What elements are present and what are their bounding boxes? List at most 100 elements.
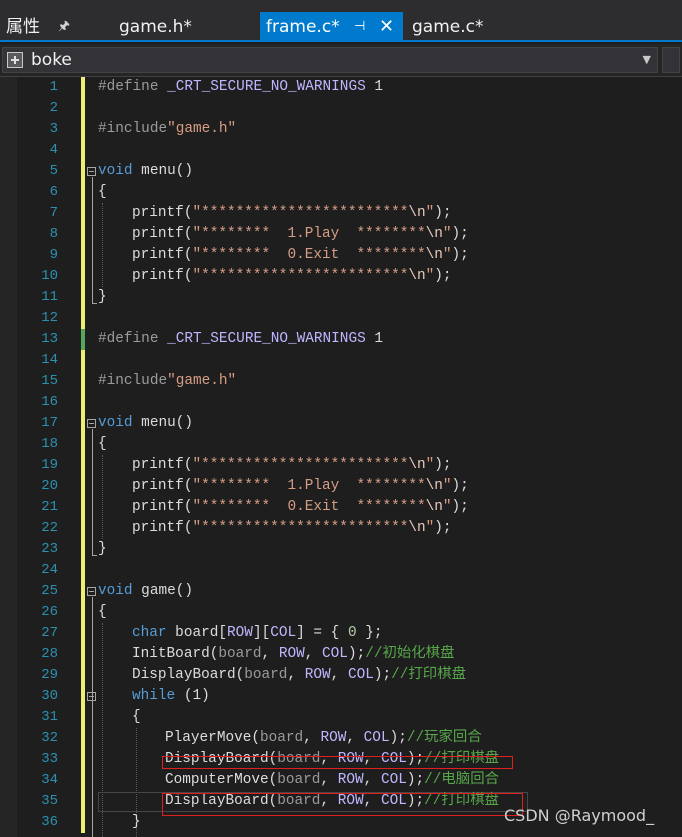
fold-region-end <box>92 303 97 304</box>
pin-icon[interactable]: 🖈 <box>58 12 70 42</box>
indent-guide <box>102 203 103 287</box>
change-bar <box>81 350 85 833</box>
line-number: 20 <box>41 478 58 494</box>
line-number: 34 <box>41 772 58 788</box>
line-number: 6 <box>49 184 58 200</box>
code-line-20: printf("******** 1.Play ********\n"); <box>132 478 469 494</box>
line-number: 13 <box>41 331 58 347</box>
code-line-5: void menu() <box>98 163 193 179</box>
code-line-8: printf("******** 1.Play ********\n"); <box>132 226 469 242</box>
code-line-26: { <box>98 604 107 620</box>
code-line-27: char board[ROW][COL] = { 0 }; <box>132 625 383 641</box>
indicator-margin <box>0 77 17 837</box>
collapse-icon[interactable] <box>87 167 96 176</box>
line-number: 16 <box>41 394 58 410</box>
fold-region-line <box>92 597 93 837</box>
line-number: 7 <box>49 205 58 221</box>
code-line-32: PlayerMove(board, ROW, COL);//玩家回合 <box>165 730 482 746</box>
code-line-3: #include"game.h" <box>98 121 237 137</box>
line-number: 31 <box>41 709 58 725</box>
line-number: 25 <box>41 583 58 599</box>
code-line-36: } <box>132 814 141 830</box>
code-line-29: DisplayBoard(board, ROW, COL);//打印棋盘 <box>132 667 466 683</box>
pin-tab-icon[interactable]: ⊣ <box>354 12 365 42</box>
code-line-21: printf("******** 0.Exit ********\n"); <box>132 499 469 515</box>
code-line-9: printf("******** 0.Exit ********\n"); <box>132 247 469 263</box>
code-line-22: printf("************************\n"); <box>132 520 452 536</box>
code-line-11: } <box>98 289 107 305</box>
line-number: 24 <box>41 562 58 578</box>
line-number: 30 <box>41 688 58 704</box>
indent-guide <box>102 455 103 539</box>
line-number: 3 <box>49 121 58 137</box>
watermark: CSDN @Raymood_ <box>504 806 655 825</box>
document-tab-bar: 属性 🖈 game.h* frame.c* ⊣ ✕ game.c* <box>0 0 682 42</box>
active-tab-underline <box>0 40 682 42</box>
code-line-15: #include"game.h" <box>98 373 237 389</box>
collapse-icon[interactable] <box>87 419 96 428</box>
line-number: 10 <box>41 268 58 284</box>
line-number: 19 <box>41 457 58 473</box>
line-number: 27 <box>41 625 58 641</box>
annotation-box <box>162 756 513 769</box>
line-number: 12 <box>41 310 58 326</box>
line-number: 4 <box>49 142 58 158</box>
tab-frame-c[interactable]: frame.c* ⊣ ✕ <box>260 12 403 42</box>
line-number-gutter: 1 2 3 4 5 6 7 8 9 10 11 12 13 14 15 16 17 18 19 20 21 22 23 24 2… <box>17 77 80 837</box>
line-number: 1 <box>49 79 58 95</box>
line-number: 23 <box>41 541 58 557</box>
line-number: 5 <box>49 163 58 179</box>
code-line-1: #define _CRT_SECURE_NO_WARNINGS 1 <box>98 79 383 95</box>
code-line-25: void game() <box>98 583 193 599</box>
code-line-10: printf("************************\n"); <box>132 268 452 284</box>
line-number: 18 <box>41 436 58 452</box>
line-number: 8 <box>49 226 58 242</box>
line-number: 9 <box>49 247 58 263</box>
code-line-30: while (1) <box>132 688 210 704</box>
project-scope-label: boke <box>31 50 72 70</box>
annotation-box <box>162 793 523 816</box>
close-icon[interactable]: ✕ <box>379 12 394 42</box>
code-line-34: ComputerMove(board, ROW, COL);//电脑回合 <box>165 772 499 788</box>
line-number: 28 <box>41 646 58 662</box>
collapse-icon[interactable] <box>87 587 96 596</box>
change-bar <box>81 77 85 329</box>
line-number: 14 <box>41 352 58 368</box>
line-number: 32 <box>41 730 58 746</box>
fold-region-line <box>92 429 93 555</box>
change-bar-saved <box>81 329 85 350</box>
chevron-down-icon[interactable]: ▼ <box>643 48 651 72</box>
tab-game-h-label: game.h* <box>119 17 192 37</box>
tab-game-h[interactable]: game.h* <box>119 12 192 42</box>
code-line-28: InitBoard(board, ROW, COL);//初始化棋盘 <box>132 646 455 662</box>
code-line-18: { <box>98 436 107 452</box>
line-number: 15 <box>41 373 58 389</box>
member-dropdown[interactable] <box>662 47 680 73</box>
code-line-17: void menu() <box>98 415 193 431</box>
tab-frame-c-label: frame.c* <box>266 17 340 37</box>
navigation-bar: boke ▼ <box>0 44 682 77</box>
code-line-13: #define _CRT_SECURE_NO_WARNINGS 1 <box>98 331 383 347</box>
code-line-7: printf("************************\n"); <box>132 205 452 221</box>
line-number: 17 <box>41 415 58 431</box>
line-number: 36 <box>41 814 58 830</box>
code-editor[interactable]: 1 2 3 4 5 6 7 8 9 10 11 12 13 14 15 16 17 18 19 20 21 22 23 24 2… <box>0 77 682 837</box>
fold-region-line <box>92 177 93 303</box>
tab-game-c[interactable]: game.c* <box>412 12 483 42</box>
tab-game-c-label: game.c* <box>412 17 484 37</box>
project-scope-dropdown[interactable]: boke ▼ <box>2 47 658 73</box>
tab-properties[interactable]: 属性 🖈 <box>6 12 70 42</box>
line-number: 35 <box>41 793 58 809</box>
line-number: 21 <box>41 499 58 515</box>
code-line-6: { <box>98 184 107 200</box>
line-number: 26 <box>41 604 58 620</box>
tab-properties-label: 属性 <box>6 17 40 37</box>
fold-region-end <box>92 555 97 556</box>
line-number: 33 <box>41 751 58 767</box>
project-icon <box>7 52 23 68</box>
line-number: 29 <box>41 667 58 683</box>
code-line-23: } <box>98 541 107 557</box>
line-number: 11 <box>41 289 58 305</box>
code-line-31: { <box>132 709 141 725</box>
collapse-icon[interactable] <box>87 692 96 701</box>
